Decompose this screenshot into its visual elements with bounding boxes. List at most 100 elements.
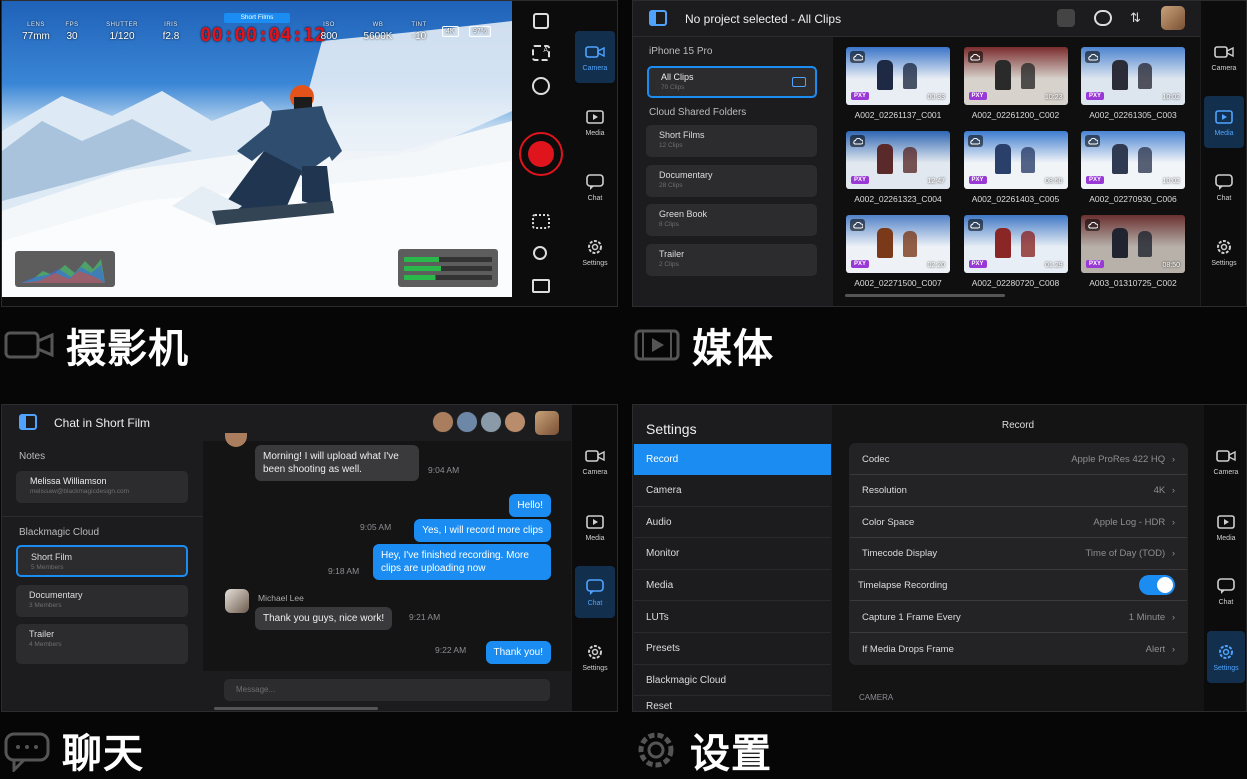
cloud-status-icon[interactable] xyxy=(1094,10,1112,26)
nav-chat[interactable]: Chat xyxy=(1204,161,1244,213)
camera-viewfinder[interactable]: LENS 77mm FPS 30 SHUTTER 1/120 IRIS f2.8 Sho… xyxy=(2,1,512,297)
record-button[interactable] xyxy=(519,132,563,176)
nav-chat[interactable]: Chat xyxy=(575,566,615,618)
tint-readout[interactable]: TINT -10 xyxy=(407,20,431,42)
clip-item[interactable]: PXY 08:50 A003_01310725_C002 xyxy=(1081,215,1185,288)
settings-nav-item[interactable]: Reset xyxy=(634,697,831,712)
settings-nav-item[interactable]: Record xyxy=(634,444,831,475)
media-scrollbar[interactable] xyxy=(845,294,1005,297)
clip-item[interactable]: PXY 10:02 A002_02261305_C003 xyxy=(1081,47,1185,120)
contact-card[interactable]: Melissa Williamson melissaw@blackmagicde… xyxy=(16,471,188,503)
media-panel: No project selected - All Clips ⇅ iPhone… xyxy=(632,0,1247,307)
folder-count: 8 Clips xyxy=(659,221,679,228)
settings-row[interactable]: Color Space Apple Log - HDR › xyxy=(850,507,1187,539)
chat-group-item[interactable]: Documentary 3 Members xyxy=(16,585,188,617)
settings-row[interactable]: If Media Drops Frame Alert › xyxy=(850,634,1187,665)
participant-avatars[interactable] xyxy=(432,411,526,433)
fullscreen-icon[interactable] xyxy=(533,13,549,29)
sidebar-toggle-icon[interactable] xyxy=(649,10,667,26)
settings-row[interactable]: Codec Apple ProRes 422 HQ › xyxy=(850,444,1187,475)
nav-media[interactable]: Media xyxy=(575,501,615,553)
nav-media[interactable]: Media xyxy=(575,96,615,148)
clip-thumbnail: PXY 10:23 xyxy=(963,47,1068,105)
nav-settings[interactable]: Settings xyxy=(575,631,615,683)
timelapse-toggle[interactable] xyxy=(1139,575,1175,596)
clip-item[interactable]: PXY 02:20 A002_02271500_C007 xyxy=(846,215,950,288)
chat-title: Chat in Short Film xyxy=(54,416,151,430)
media-icon xyxy=(634,329,680,361)
zoom-icon[interactable] xyxy=(533,246,547,260)
sort-icon[interactable]: ⇅ xyxy=(1130,10,1141,26)
clip-name: A002_02261200_C002 xyxy=(971,110,1060,120)
lens-readout[interactable]: LENS 77mm xyxy=(16,20,56,42)
clip-item[interactable]: PXY 12:47 A002_02261323_C004 xyxy=(846,131,950,204)
nav-chat[interactable]: Chat xyxy=(575,161,615,213)
settings-nav-item[interactable]: Presets xyxy=(634,634,831,665)
folder-item[interactable]: Trailer 2 Clips xyxy=(646,243,817,276)
sidebar-toggle-icon[interactable] xyxy=(19,414,37,430)
iso-readout[interactable]: ISO 800 xyxy=(319,20,339,42)
nav-camera[interactable]: Camera xyxy=(1204,31,1244,83)
settings-nav-item[interactable]: Media xyxy=(634,570,831,602)
message-bubble[interactable]: Morning! I will upload what I've been sh… xyxy=(255,445,419,481)
white-balance-icon[interactable] xyxy=(532,77,550,95)
nav-settings[interactable]: Settings xyxy=(575,226,615,278)
settings-nav-item[interactable]: Monitor xyxy=(634,539,831,570)
settings-caption: 设置 xyxy=(634,721,772,779)
iris-readout[interactable]: IRIS f2.8 xyxy=(156,20,186,42)
menu-icon[interactable] xyxy=(532,279,550,293)
nav-camera[interactable]: Camera xyxy=(1207,435,1245,487)
settings-nav-item[interactable]: Camera xyxy=(634,476,831,507)
settings-nav-item[interactable]: Audio xyxy=(634,507,831,539)
message-bubble[interactable]: Hello! xyxy=(509,494,551,517)
chevron-right-icon: › xyxy=(1171,611,1175,623)
nav-media[interactable]: Media xyxy=(1207,501,1245,553)
nav-media[interactable]: Media xyxy=(1204,96,1244,148)
wb-readout[interactable]: WB 5600K xyxy=(358,20,398,42)
clip-item[interactable]: PXY 01:29 A002_02280720_C008 xyxy=(963,215,1068,288)
face-detect-icon[interactable] xyxy=(532,214,550,229)
folder-item[interactable]: Green Book 8 Clips xyxy=(646,204,817,236)
clip-item[interactable]: PXY 00:33 A002_02261137_C001 xyxy=(846,47,950,120)
shutter-readout[interactable]: SHUTTER 1/120 xyxy=(100,20,144,42)
message-bubble[interactable]: Thank you guys, nice work! xyxy=(255,607,393,630)
cloud-sync-icon[interactable] xyxy=(1057,9,1075,27)
media-icon xyxy=(586,110,604,124)
message-bubble[interactable]: Yes, I will record more clips xyxy=(414,519,551,542)
user-avatar[interactable] xyxy=(535,411,559,435)
settings-row[interactable]: Timecode Display Time of Day (TOD) › xyxy=(850,539,1187,570)
setting-label: Timecode Display xyxy=(862,548,938,560)
gear-icon xyxy=(588,240,602,254)
message-bubble[interactable]: Thank you! xyxy=(485,641,551,664)
setting-value: Apple Log - HDR xyxy=(1093,516,1166,528)
nav-chat[interactable]: Chat xyxy=(1207,565,1245,617)
clip-item[interactable]: PXY 08:50 A002_02261403_C005 xyxy=(963,131,1068,204)
clip-item[interactable]: PXY 10:02 A002_02270930_C006 xyxy=(1081,131,1185,204)
camera-icon xyxy=(585,450,605,462)
fps-readout[interactable]: FPS 30 xyxy=(60,20,84,42)
settings-nav-item[interactable]: Blackmagic Cloud xyxy=(634,665,831,697)
nav-settings[interactable]: Settings xyxy=(1204,226,1244,278)
folder-item[interactable]: Documentary 28 Clips xyxy=(646,164,817,197)
nav-camera[interactable]: Camera xyxy=(575,435,615,487)
chat-header: Chat in Short Film xyxy=(2,405,571,441)
chevron-right-icon: › xyxy=(1171,516,1175,528)
clip-item[interactable]: PXY 10:23 A002_02261200_C002 xyxy=(963,47,1068,120)
chat-group-item[interactable]: Short Film 5 Members xyxy=(16,545,188,577)
auto-exposure-icon[interactable]: A xyxy=(532,45,550,61)
message-input[interactable]: Message... xyxy=(224,679,550,701)
setting-value: Apple ProRes 422 HQ xyxy=(1071,453,1166,465)
nav-camera[interactable]: Camera xyxy=(575,31,615,83)
all-clips-item[interactable]: All Clips 70 Clips xyxy=(647,66,817,98)
settings-row[interactable]: Capture 1 Frame Every 1 Minute › xyxy=(850,602,1187,633)
device-label: iPhone 15 Pro xyxy=(649,46,713,57)
chat-group-item[interactable]: Trailer 4 Members xyxy=(16,624,188,664)
settings-row[interactable]: Resolution 4K › xyxy=(850,476,1187,507)
folder-item[interactable]: Short Films 12 Clips xyxy=(646,125,817,157)
message-bubble[interactable]: Hey, I've finished recording. More clips… xyxy=(373,544,551,580)
settings-nav-item[interactable]: LUTs xyxy=(634,602,831,633)
settings-row[interactable]: Timelapse Recording xyxy=(850,570,1187,602)
user-avatar[interactable] xyxy=(1161,6,1185,30)
avatar xyxy=(225,433,247,447)
nav-settings[interactable]: Settings xyxy=(1207,631,1245,683)
